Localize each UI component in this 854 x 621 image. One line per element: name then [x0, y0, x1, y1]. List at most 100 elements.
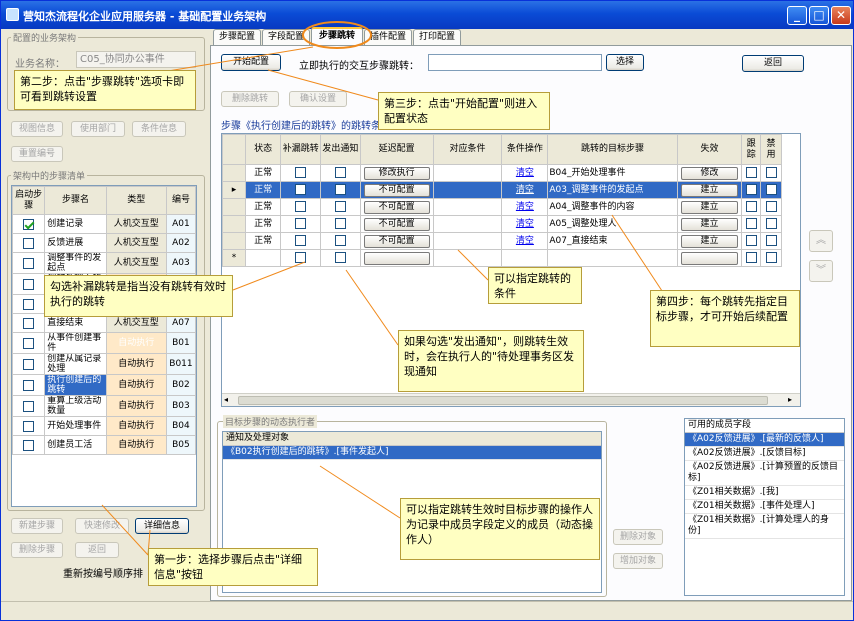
member-field-item[interactable]: 《A02反馈进展》.[最新的反馈人] [685, 433, 844, 447]
step-start-cell[interactable] [12, 374, 46, 396]
track-checkbox[interactable] [745, 183, 757, 195]
fail-cell[interactable]: 建立 [676, 232, 743, 250]
step-start-cell[interactable] [12, 214, 46, 234]
step-start-cell[interactable] [12, 252, 46, 274]
condition-op-cell[interactable]: 清空 [501, 215, 549, 233]
notify-cell[interactable] [320, 232, 361, 250]
fallback-jump-checkbox[interactable] [295, 251, 307, 263]
condition-op-cell[interactable]: 清空 [501, 181, 549, 199]
fail-cell[interactable]: 建立 [676, 181, 743, 199]
new-fail-cell[interactable] [676, 249, 743, 267]
start-step-checkbox[interactable] [23, 298, 35, 310]
track-cell[interactable] [741, 181, 762, 199]
step-name-cell[interactable]: 执行创建后的跳转 [44, 374, 107, 396]
disable-cell[interactable] [760, 198, 782, 216]
delay-config-button[interactable]: 不可配置 [363, 234, 430, 248]
col-type[interactable]: 类型 [105, 186, 167, 215]
col-delay-config[interactable]: 延迟配置 [359, 134, 434, 165]
member-field-item[interactable]: 《A02反馈进展》.[计算预置的反馈目标] [685, 461, 844, 486]
step-start-cell[interactable] [12, 353, 46, 375]
tab-step-config[interactable]: 步骤配置 [213, 29, 261, 46]
step-name-cell[interactable]: 创建从属记录处理 [44, 353, 107, 375]
step-type-cell[interactable]: 自动执行 [105, 353, 167, 375]
fail-button[interactable]: 建立 [680, 217, 739, 231]
fail-button[interactable]: 建立 [680, 183, 739, 197]
step-start-cell[interactable] [12, 416, 46, 436]
clear-condition-link[interactable]: 清空 [516, 236, 534, 246]
start-step-checkbox[interactable] [23, 237, 35, 249]
step-start-cell[interactable] [12, 233, 46, 253]
step-type-cell[interactable]: 自动执行 [105, 332, 167, 354]
delay-cell[interactable]: 不可配置 [359, 232, 434, 250]
new-track-cell[interactable] [741, 249, 762, 267]
jump-status-cell[interactable]: 正常 [244, 215, 282, 233]
col-fallback-jump[interactable]: 补漏跳转 [280, 134, 322, 165]
delay-cell[interactable]: 修改执行 [359, 164, 434, 182]
col-status[interactable]: 状态 [244, 134, 282, 165]
step-code-cell[interactable]: A02 [165, 233, 196, 253]
fallback-cell[interactable] [280, 181, 322, 199]
row-indicator[interactable] [222, 198, 246, 216]
close-button[interactable]: ✕ [831, 6, 851, 25]
step-type-cell[interactable]: 人机交互型 [105, 252, 167, 274]
use-dept-button[interactable]: 使用部门 [71, 121, 125, 137]
delete-jump-button[interactable]: 删除跳转 [221, 91, 279, 107]
member-field-item[interactable]: 《A02反馈进展》.[反馈目标] [685, 447, 844, 461]
step-code-cell[interactable]: A03 [165, 252, 196, 274]
fail-cell[interactable]: 建立 [676, 215, 743, 233]
notify-cell[interactable] [320, 181, 361, 199]
jump-new-row[interactable]: * [222, 249, 782, 267]
jump-back-button[interactable]: 返回 [742, 55, 804, 72]
step-row[interactable]: 创建员工活 自动执行 B05 [12, 435, 196, 455]
disable-cell[interactable] [760, 215, 782, 233]
select-button[interactable]: 选择 [606, 54, 644, 71]
jump-row[interactable]: 正常 不可配置 清空 A04_调整事件的内容 建立 [222, 198, 782, 216]
fallback-jump-checkbox[interactable] [295, 183, 307, 195]
clear-condition-link[interactable]: 清空 [516, 185, 534, 195]
send-notify-checkbox[interactable] [334, 234, 346, 246]
member-field-item[interactable]: 《Z01相关数据》.[我] [685, 486, 844, 500]
start-step-checkbox[interactable] [23, 278, 35, 290]
step-start-cell[interactable] [12, 273, 46, 295]
view-info-button[interactable]: 视图信息 [11, 121, 63, 137]
clear-condition-link[interactable]: 清空 [516, 219, 534, 229]
track-checkbox[interactable] [745, 251, 757, 263]
tab-print-config[interactable]: 打印配置 [413, 29, 461, 46]
jump-status-cell[interactable]: 正常 [244, 181, 282, 199]
jump-row[interactable]: 正常 修改执行 清空 B04_开始处理事件 修改 [222, 164, 782, 182]
disable-checkbox[interactable] [765, 251, 777, 263]
delete-object-button[interactable]: 删除对象 [613, 529, 663, 545]
start-step-checkbox[interactable] [23, 317, 35, 329]
clear-condition-link[interactable]: 清空 [516, 202, 534, 212]
clear-condition-link[interactable]: 清空 [516, 168, 534, 178]
fallback-cell[interactable] [280, 232, 322, 250]
disable-checkbox[interactable] [765, 217, 777, 229]
row-indicator[interactable]: ▸ [222, 181, 246, 199]
target-step-cell[interactable]: A03_调整事件的发起点 [547, 181, 678, 199]
step-start-cell[interactable] [12, 294, 46, 314]
new-fallback-cell[interactable] [280, 249, 322, 267]
new-target-cell[interactable] [547, 249, 678, 267]
delay-config-button[interactable] [363, 251, 430, 265]
delay-cell[interactable]: 不可配置 [359, 181, 434, 199]
step-name-cell[interactable]: 调整事件的发起点 [44, 252, 107, 274]
step-row[interactable]: 执行创建后的跳转 自动执行 B02 [12, 374, 196, 396]
col-send-notify[interactable]: 发出通知 [320, 134, 361, 165]
col-fail[interactable]: 失效 [676, 134, 743, 165]
col-track[interactable]: 跟踪 [741, 134, 762, 165]
step-type-cell[interactable]: 自动执行 [105, 395, 167, 417]
send-notify-checkbox[interactable] [334, 166, 346, 178]
dynamic-list-item[interactable]: 《B02执行创建后的跳转》.[事件发起人] [223, 446, 601, 460]
delay-config-button[interactable]: 不可配置 [363, 183, 430, 197]
send-notify-checkbox[interactable] [334, 251, 346, 263]
step-type-cell[interactable]: 自动执行 [105, 374, 167, 396]
step-code-cell[interactable]: A01 [165, 214, 196, 234]
disable-checkbox[interactable] [765, 183, 777, 195]
delete-step-button[interactable]: 删除步骤 [11, 542, 63, 558]
track-cell[interactable] [741, 164, 762, 182]
row-indicator[interactable] [222, 164, 246, 182]
jump-row[interactable]: 正常 不可配置 清空 A07_直接结束 建立 [222, 232, 782, 250]
add-object-button[interactable]: 增加对象 [613, 553, 663, 569]
new-status-cell[interactable] [244, 249, 282, 267]
target-step-cell[interactable]: A07_直接结束 [547, 232, 678, 250]
